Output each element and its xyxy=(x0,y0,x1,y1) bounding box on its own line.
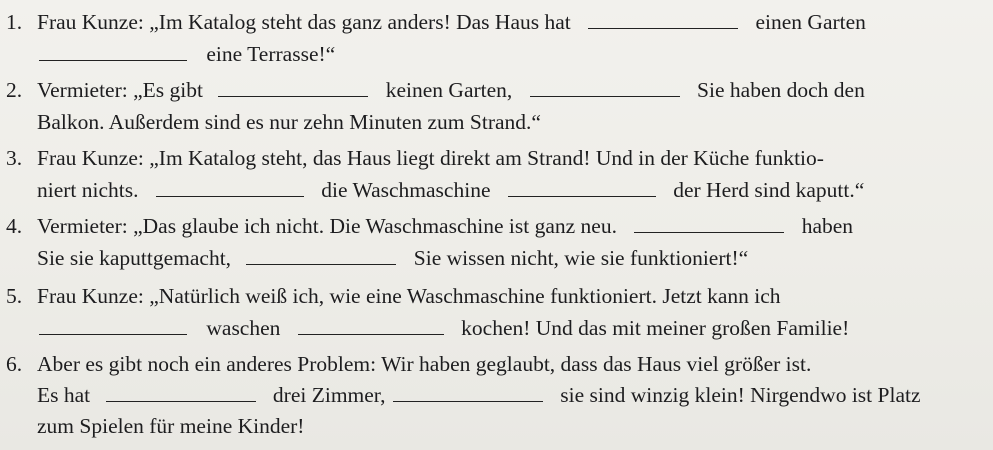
item-line: Vermieter: „Das glaube ich nicht. Die Wa… xyxy=(37,212,853,240)
item-line: Frau Kunze: „Natürlich weiß ich, wie ein… xyxy=(37,282,781,310)
item-text: niert nichts. xyxy=(37,178,139,202)
item-line: Frau Kunze: „Im Katalog steht das ganz a… xyxy=(37,8,866,36)
item-line: Vermieter: „Es gibt keinen Garten, Sie h… xyxy=(37,76,865,104)
item-text: drei Zimmer, xyxy=(272,383,386,407)
item-text: sie sind winzig klein! Nirgendwo ist Pla… xyxy=(560,383,921,407)
answer-blank[interactable] xyxy=(39,46,187,61)
item-text: Es hat xyxy=(37,383,91,407)
item-text: Sie sie kaputtgemacht, xyxy=(37,246,232,270)
item-line: Balkon. Außerdem sind es nur zehn Minute… xyxy=(37,108,541,136)
item-number: 6. xyxy=(6,352,23,376)
item-number: 3. xyxy=(6,146,23,170)
item-text: Frau Kunze: „Im Katalog steht, das Haus … xyxy=(37,146,824,170)
item-text: Frau Kunze: „Im Katalog steht das ganz a… xyxy=(37,10,571,34)
item-text: Balkon. Außerdem sind es nur zehn Minute… xyxy=(37,110,541,134)
answer-blank[interactable] xyxy=(588,14,739,29)
answer-blank[interactable] xyxy=(507,182,656,197)
item-line: Sie sie kaputtgemacht, Sie wissen nicht,… xyxy=(37,244,748,272)
item-text: Vermieter: „Das glaube ich nicht. Die Wa… xyxy=(37,214,617,238)
item-number: 4. xyxy=(6,214,23,238)
item-text: kochen! Und das mit meiner großen Famili… xyxy=(461,316,850,340)
answer-blank[interactable] xyxy=(297,320,444,335)
item-text: Aber es gibt noch ein anderes Problem: W… xyxy=(37,352,812,376)
item-line: zum Spielen für meine Kinder! xyxy=(37,412,304,440)
item-line: Es hat drei Zimmer, sie sind winzig klei… xyxy=(37,381,921,409)
item-text: der Herd sind kaputt.“ xyxy=(673,178,865,202)
item-line: niert nichts. die Waschmaschine der Herd… xyxy=(37,176,864,204)
item-number: 5. xyxy=(6,284,23,308)
answer-blank[interactable] xyxy=(634,218,785,233)
item-text: keinen Garten, xyxy=(385,78,513,102)
answer-blank[interactable] xyxy=(246,250,397,265)
item-text: haben xyxy=(801,214,854,238)
item-text: die Waschmaschine xyxy=(321,178,491,202)
answer-blank[interactable] xyxy=(39,320,187,335)
answer-blank[interactable] xyxy=(155,182,304,197)
item-text: Sie wissen nicht, wie sie funktioniert!“ xyxy=(413,246,749,270)
item-number: 1. xyxy=(6,10,23,34)
item-number: 2. xyxy=(6,78,23,102)
answer-blank[interactable] xyxy=(105,387,256,402)
item-text: waschen xyxy=(206,316,281,340)
item-text: eine Terrasse!“ xyxy=(206,42,336,66)
answer-blank[interactable] xyxy=(529,82,680,97)
exercise-page: 1. Frau Kunze: „Im Katalog steht das gan… xyxy=(0,0,993,450)
answer-blank[interactable] xyxy=(218,82,369,97)
item-text: einen Garten xyxy=(755,10,866,34)
item-text: Sie haben doch den xyxy=(697,78,865,102)
item-text: Frau Kunze: „Natürlich weiß ich, wie ein… xyxy=(37,284,781,308)
item-text: zum Spielen für meine Kinder! xyxy=(37,414,305,438)
item-text: Vermieter: „Es gibt xyxy=(37,78,203,102)
item-line: waschen kochen! Und das mit meiner große… xyxy=(37,314,849,342)
item-line: eine Terrasse!“ xyxy=(37,40,335,68)
item-line: Frau Kunze: „Im Katalog steht, das Haus … xyxy=(37,144,824,172)
item-line: Aber es gibt noch ein anderes Problem: W… xyxy=(37,350,811,378)
answer-blank[interactable] xyxy=(392,387,543,402)
